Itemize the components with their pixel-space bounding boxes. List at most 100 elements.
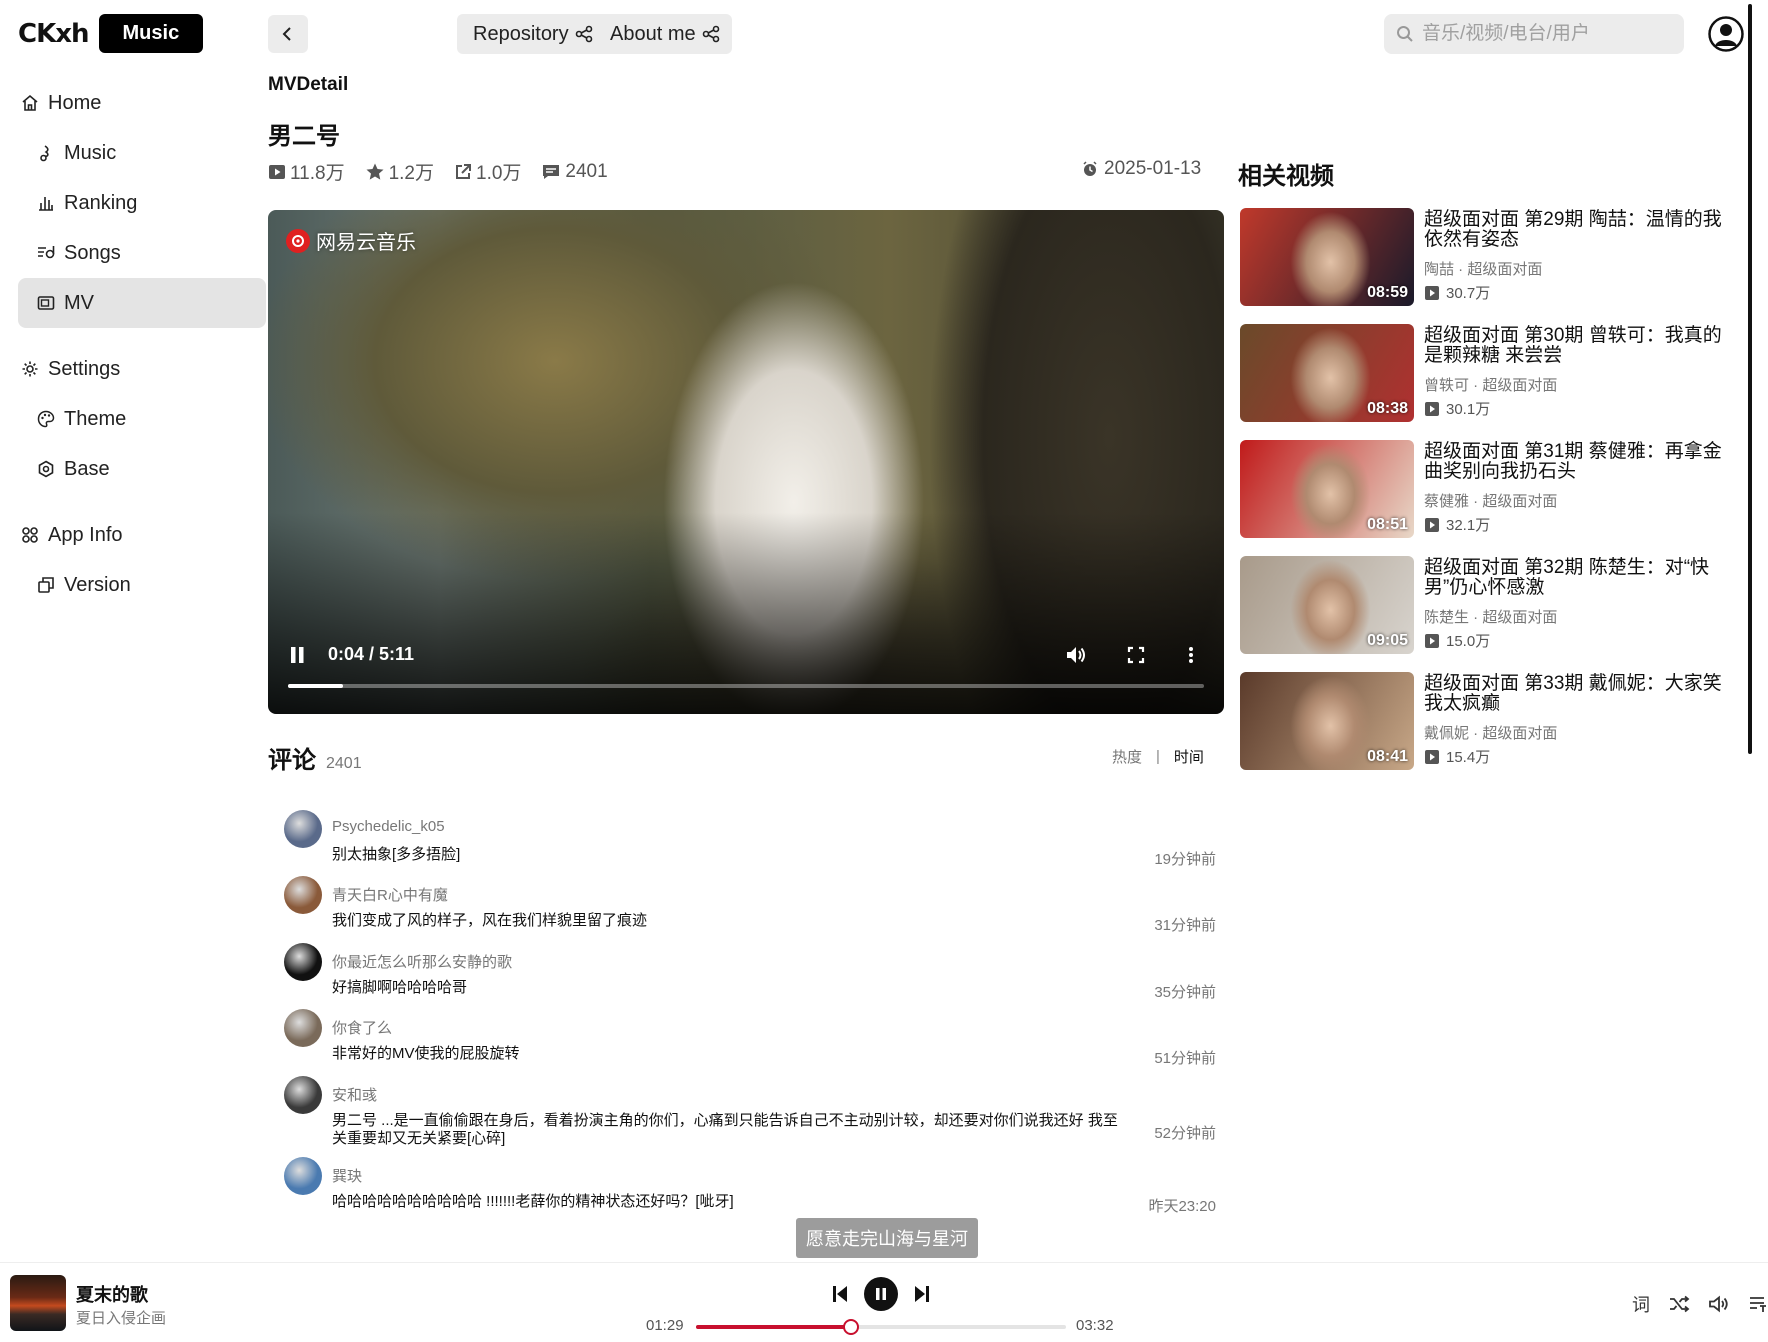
related-thumbnail[interactable]: 08:51 xyxy=(1240,440,1414,538)
shuffle-icon[interactable] xyxy=(1668,1295,1690,1313)
song-title[interactable]: 夏末的歌 xyxy=(76,1281,148,1307)
sidebar-item-mv[interactable]: MV xyxy=(18,278,266,328)
related-thumbnail[interactable]: 08:41 xyxy=(1240,672,1414,770)
related-video-item[interactable]: 08:51 超级面对面 第31期 蔡健雅：再拿金曲奖别向我扔石头 蔡健雅 · 超级面… xyxy=(1240,440,1740,538)
commenter-avatar[interactable] xyxy=(284,1076,322,1114)
related-video-item[interactable]: 08:38 超级面对面 第30期 曾轶可：我真的是颗辣糖 来尝尝曾轶可 · 超级面… xyxy=(1240,324,1740,422)
commenter-name[interactable]: 你最近怎么听那么安静的歌 xyxy=(332,951,512,972)
commenter-avatar[interactable] xyxy=(284,1157,322,1195)
commenter-name[interactable]: 青天白R心中有魔 xyxy=(332,884,448,905)
comment-item: 巽玦 哈哈哈哈哈哈哈哈哈哈 !!!!!!!老薛你的精神状态还好吗？[呲牙] 昨天23… xyxy=(284,1157,1216,1215)
share-icon xyxy=(575,25,593,43)
play-count-value: 11.8万 xyxy=(290,163,345,184)
share-count-value: 1.0万 xyxy=(476,163,522,184)
volume-icon[interactable] xyxy=(1708,1295,1730,1313)
fullscreen-icon[interactable] xyxy=(1126,644,1146,666)
repository-button[interactable]: Repository xyxy=(457,14,605,54)
about-me-button[interactable]: About me xyxy=(594,14,732,54)
play-square-icon xyxy=(1424,633,1440,649)
lyrics-button[interactable]: 词 xyxy=(1632,1291,1650,1317)
comment-time: 35分钟前 xyxy=(1154,984,1216,1001)
related-thumbnail[interactable]: 09:05 xyxy=(1240,556,1414,654)
comment-count[interactable]: 2401 xyxy=(541,161,608,183)
sidebar-item-label: Base xyxy=(64,457,110,480)
related-video-title[interactable]: 超级面对面 第32期 陈楚生：对“快男”仍心怀感激 xyxy=(1424,558,1736,598)
play-pause-button[interactable] xyxy=(864,1277,898,1311)
related-thumbnail[interactable]: 08:59 xyxy=(1240,208,1414,306)
related-video-item[interactable]: 08:41 超级面对面 第33期 戴佩妮：大家笑我太疯癫 戴佩妮 · 超级面对面 15… xyxy=(1240,672,1740,770)
video-progress-bar[interactable] xyxy=(288,684,1204,688)
user-avatar-icon[interactable] xyxy=(1708,16,1744,52)
sidebar-item-label: Home xyxy=(48,91,102,114)
commenter-name[interactable]: Psychedelic_k05 xyxy=(332,818,445,835)
related-video-plays: 32.1万 xyxy=(1424,514,1490,535)
commenter-avatar[interactable] xyxy=(284,810,322,848)
sort-hot-tab[interactable]: 热度 xyxy=(1112,746,1142,767)
like-count[interactable]: 1.2万 xyxy=(365,158,434,185)
related-video-item[interactable]: 09:05 超级面对面 第32期 陈楚生：对“快男”仍心怀感激 陈楚生 · 超级面对… xyxy=(1240,556,1740,654)
page-scrollbar[interactable] xyxy=(1748,4,1752,754)
search-input[interactable] xyxy=(1422,23,1662,45)
app-logo[interactable]: CKxh Music xyxy=(18,14,204,53)
sidebar-item-app-info[interactable]: App Info xyxy=(18,510,266,560)
related-thumbnail[interactable]: 08:38 xyxy=(1240,324,1414,422)
volume-icon[interactable] xyxy=(1064,644,1088,666)
back-button[interactable] xyxy=(268,15,308,53)
comment-item: Psychedelic_k05 别太抽象[多多捂脸] 19分钟前 xyxy=(284,810,1216,868)
sidebar-item-base[interactable]: Base xyxy=(18,444,266,494)
comment-text: 别太抽象[多多捂脸] xyxy=(332,846,461,863)
commenter-avatar[interactable] xyxy=(284,943,322,981)
commenter-avatar[interactable] xyxy=(284,1009,322,1047)
related-video-artist: 曾轶可 · 超级面对面 xyxy=(1424,377,1558,394)
playlist-queue-icon[interactable] xyxy=(1748,1295,1768,1313)
pause-icon[interactable] xyxy=(288,644,308,666)
next-track-icon[interactable] xyxy=(912,1283,932,1305)
related-video-title[interactable]: 超级面对面 第30期 曾轶可：我真的是颗辣糖 来尝尝 xyxy=(1424,326,1736,366)
sidebar-item-label: Songs xyxy=(64,241,121,264)
playlist-icon xyxy=(36,243,56,263)
album-cover[interactable] xyxy=(10,1275,66,1331)
song-artist[interactable]: 夏日入侵企画 xyxy=(76,1307,166,1328)
more-vertical-icon[interactable] xyxy=(1186,644,1196,666)
mv-title: 男二号 xyxy=(268,123,340,150)
commenter-name[interactable]: 安和彧 xyxy=(332,1084,377,1105)
sidebar-item-settings[interactable]: Settings xyxy=(18,344,266,394)
commenter-name[interactable]: 你食了么 xyxy=(332,1017,392,1038)
hexagon-icon xyxy=(36,459,56,479)
total-time: 03:32 xyxy=(1076,1317,1114,1334)
comments-header: 评论 2401 xyxy=(268,740,362,775)
star-icon xyxy=(365,162,385,182)
sidebar-item-music[interactable]: Music xyxy=(18,128,266,178)
song-progress-bar[interactable] xyxy=(696,1319,1066,1335)
commenter-avatar[interactable] xyxy=(284,876,322,914)
comment-time: 52分钟前 xyxy=(1154,1125,1216,1142)
sort-time-tab[interactable]: 时间 xyxy=(1174,746,1204,767)
comments-title: 评论 xyxy=(268,747,316,774)
sidebar-item-songs[interactable]: Songs xyxy=(18,228,266,278)
video-player[interactable]: 网易云音乐 0:04 / 5:11 xyxy=(268,210,1224,714)
sidebar-item-theme[interactable]: Theme xyxy=(18,394,266,444)
sidebar-item-home[interactable]: Home xyxy=(18,78,266,128)
related-video-title[interactable]: 超级面对面 第29期 陶喆：温情的我依然有姿态 xyxy=(1424,210,1736,250)
share-count[interactable]: 1.0万 xyxy=(454,158,521,185)
comment-text: 哈哈哈哈哈哈哈哈哈哈 !!!!!!!老薛你的精神状态还好吗？[呲牙] xyxy=(332,1193,734,1210)
commenter-name[interactable]: 巽玦 xyxy=(332,1165,362,1186)
alarm-clock-icon xyxy=(1082,161,1098,177)
related-video-title[interactable]: 超级面对面 第31期 蔡健雅：再拿金曲奖别向我扔石头 xyxy=(1424,442,1736,482)
related-video-artist: 戴佩妮 · 超级面对面 xyxy=(1424,725,1558,742)
netease-logo-icon xyxy=(286,228,310,253)
sidebar-item-label: Version xyxy=(64,573,131,596)
comment-icon xyxy=(541,163,561,181)
related-video-title[interactable]: 超级面对面 第33期 戴佩妮：大家笑我太疯癫 xyxy=(1424,674,1736,714)
breadcrumb: MVDetail xyxy=(268,74,349,95)
sidebar-item-version[interactable]: Version xyxy=(18,560,266,610)
sidebar-item-label: App Info xyxy=(48,523,123,546)
video-duration: 08:41 xyxy=(1367,748,1408,765)
previous-track-icon[interactable] xyxy=(830,1283,850,1305)
song-progress-knob[interactable] xyxy=(843,1319,860,1335)
comments-count: 2401 xyxy=(326,755,362,772)
search-box[interactable] xyxy=(1384,14,1684,54)
related-video-item[interactable]: 08:59 超级面对面 第29期 陶喆：温情的我依然有姿态 陶喆 · 超级面对面 30… xyxy=(1240,208,1740,306)
video-progress-fill xyxy=(288,684,343,688)
sidebar-item-ranking[interactable]: Ranking xyxy=(18,178,266,228)
